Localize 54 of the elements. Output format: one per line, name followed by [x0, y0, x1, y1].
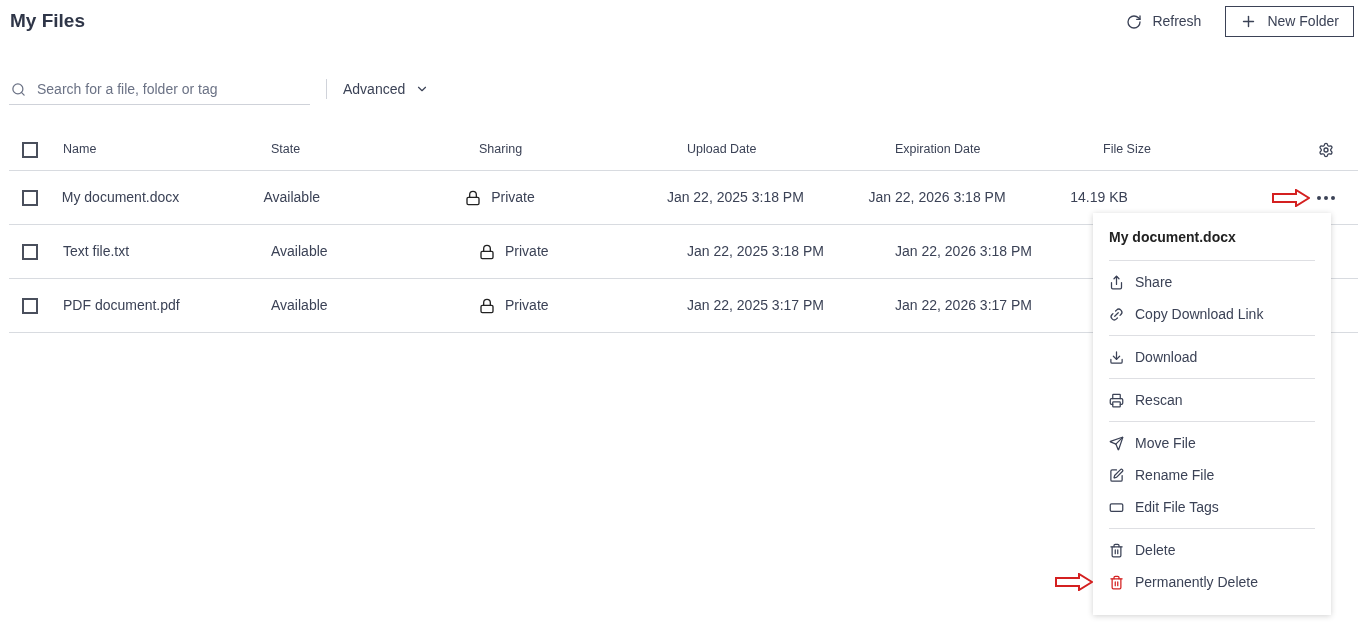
checkbox[interactable]: [22, 243, 38, 260]
lock-icon: [479, 243, 495, 260]
table-cell-text: Private: [505, 242, 549, 261]
lock-icon: [465, 189, 482, 206]
send-icon: [1109, 435, 1124, 451]
table-cell-text: Jan 22, 2025 3:18 PM: [687, 242, 824, 261]
table-cell-text: Private: [491, 188, 535, 207]
search-icon: [11, 82, 26, 97]
column-header: State: [271, 142, 301, 157]
checkbox[interactable]: [22, 189, 38, 206]
table-cell-text: Available: [263, 188, 321, 207]
column-header: File Size: [1103, 142, 1151, 157]
settings-icon[interactable]: [1318, 141, 1334, 158]
scanner-icon: [1109, 392, 1124, 408]
download-icon: [1109, 349, 1124, 365]
refresh-button[interactable]: Refresh: [1122, 6, 1206, 37]
menu-item[interactable]: Share: [1109, 266, 1315, 298]
new-folder-button[interactable]: New Folder: [1225, 6, 1354, 37]
menu-item[interactable]: Permanently Delete: [1109, 566, 1315, 598]
table-cell-text: Jan 22, 2026 3:18 PM: [868, 188, 1006, 207]
arrow-icon: [1055, 573, 1093, 591]
share-icon: [1109, 274, 1124, 290]
menu-title: My document.docx: [1109, 228, 1237, 247]
menu-item[interactable]: Rescan: [1109, 384, 1315, 416]
table-cell-text: Available: [271, 296, 328, 315]
search-field[interactable]: Search for a file, folder or tag: [9, 73, 310, 105]
column-header: Sharing: [479, 142, 523, 157]
menu-item[interactable]: Edit File Tags: [1109, 491, 1315, 523]
page-title: My Files: [10, 9, 85, 34]
checkbox[interactable]: [22, 297, 38, 314]
menu-item[interactable]: Rename File: [1109, 459, 1315, 491]
table-cell-text: Private: [505, 296, 549, 315]
table-cell-text: Jan 22, 2025 3:17 PM: [687, 296, 824, 315]
lock-icon: [479, 297, 495, 314]
table-cell-text: 14.19 KB: [1070, 188, 1128, 207]
column-header: Name: [63, 142, 97, 157]
file-name: Text file.txt: [63, 242, 130, 261]
table-cell-text: Jan 22, 2026 3:18 PM: [895, 242, 1032, 261]
menu-item[interactable]: Copy Download Link: [1109, 298, 1315, 330]
column-header: Expiration Date: [895, 142, 981, 157]
menu-item[interactable]: Download: [1109, 341, 1315, 373]
file-name: My document.docx: [61, 188, 180, 207]
refresh-icon: [1126, 13, 1143, 30]
edit-icon: [1109, 467, 1124, 483]
menu-item[interactable]: Move File: [1109, 427, 1315, 459]
file-name: PDF document.pdf: [63, 296, 180, 315]
table-cell-text: Available: [271, 242, 328, 261]
column-header: Upload Date: [687, 142, 757, 157]
menu-item[interactable]: Delete: [1109, 534, 1315, 566]
table-cell-text: Jan 22, 2025 3:18 PM: [666, 188, 804, 207]
advanced-dropdown[interactable]: Advanced: [343, 78, 430, 100]
table-cell-text: Jan 22, 2026 3:17 PM: [895, 296, 1032, 315]
arrow-icon: [1272, 188, 1310, 207]
checkbox[interactable]: [22, 141, 38, 158]
